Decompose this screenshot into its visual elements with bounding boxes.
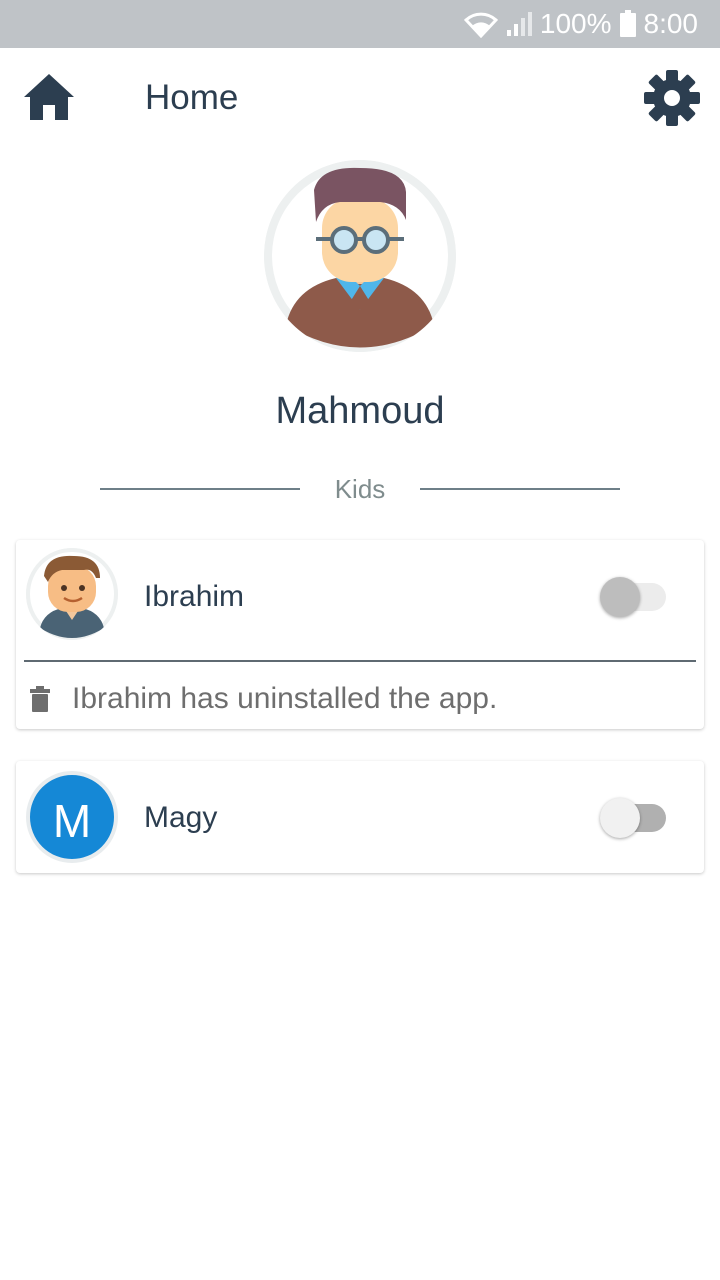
profile-avatar[interactable] bbox=[264, 160, 456, 352]
app-bar: Home bbox=[0, 48, 720, 148]
section-divider-left bbox=[100, 488, 300, 490]
kid-avatar-magy[interactable]: M bbox=[26, 771, 118, 863]
kid-card-ibrahim[interactable]: Ibrahim Ibrahim has uninstalled the app. bbox=[16, 540, 704, 729]
uninstall-notice: Ibrahim has uninstalled the app. bbox=[72, 682, 498, 715]
home-icon[interactable] bbox=[22, 72, 76, 122]
section-label-kids: Kids bbox=[334, 474, 386, 504]
kid-card-magy[interactable]: M Magy bbox=[16, 761, 704, 873]
battery-icon bbox=[619, 10, 636, 38]
section-divider-right bbox=[420, 488, 620, 490]
kid-name: Ibrahim bbox=[144, 580, 245, 613]
wifi-icon bbox=[463, 10, 498, 38]
profile-name: Mahmoud bbox=[275, 390, 445, 432]
gear-icon[interactable] bbox=[644, 70, 700, 126]
kid-toggle-thumb[interactable] bbox=[600, 577, 640, 617]
signal-icon bbox=[506, 10, 532, 38]
page-title: Home bbox=[145, 78, 239, 117]
clock: 8:00 bbox=[643, 8, 699, 39]
trash-icon bbox=[30, 686, 50, 712]
kid-toggle-thumb[interactable] bbox=[600, 798, 640, 838]
status-bar: 100% 8:00 bbox=[0, 0, 720, 48]
battery-percent: 100% bbox=[539, 8, 612, 39]
card-divider bbox=[24, 660, 696, 662]
kid-avatar-ibrahim[interactable] bbox=[26, 548, 118, 640]
kid-name: Magy bbox=[144, 801, 218, 834]
status-icons: 100% 8:00 bbox=[463, 0, 699, 48]
